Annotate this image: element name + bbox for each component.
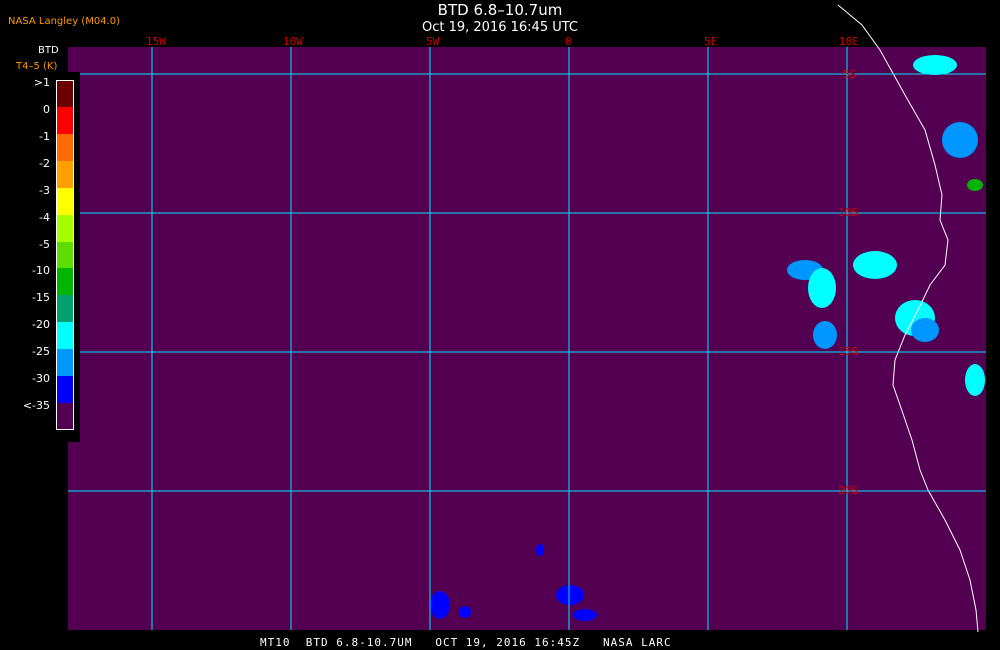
lon-label-0: 0 bbox=[565, 35, 572, 48]
lon-label-10w: 10W bbox=[283, 35, 303, 48]
lat-label-20s: 20S bbox=[838, 484, 858, 497]
legend-swatch bbox=[57, 349, 74, 377]
legend-swatch bbox=[57, 403, 74, 431]
legend-units: T4–5 (K) bbox=[16, 61, 58, 72]
legend-label: -1 bbox=[39, 129, 50, 143]
legend-swatch bbox=[57, 187, 74, 215]
legend-label: -3 bbox=[39, 183, 50, 197]
legend-swatch bbox=[57, 106, 74, 134]
lon-label-5w: 5W bbox=[426, 35, 440, 48]
legend-swatch bbox=[57, 295, 74, 323]
legend-swatch bbox=[57, 241, 74, 269]
lon-label-5e: 5E bbox=[704, 35, 717, 48]
product-title: BTD 6.8–10.7um bbox=[437, 1, 563, 19]
legend-swatch bbox=[57, 80, 74, 107]
legend-label: >1 bbox=[33, 76, 50, 89]
lat-label-15s: 15S bbox=[838, 345, 858, 358]
source-label: NASA Langley (M04.0) bbox=[8, 16, 120, 27]
legend-label: <-35 bbox=[22, 399, 50, 413]
footer-caption: MT10 BTD 6.8-10.7UM OCT 19, 2016 16:45Z … bbox=[260, 636, 672, 649]
legend-swatch bbox=[57, 376, 74, 404]
legend-label: -2 bbox=[39, 156, 50, 170]
legend-swatch bbox=[57, 133, 74, 161]
legend-label: 0 bbox=[43, 102, 50, 116]
legend-label: -4 bbox=[39, 210, 50, 224]
legend-title: BTD bbox=[38, 45, 59, 56]
lat-label-10s: 10S bbox=[838, 206, 858, 219]
product-date: Oct 19, 2016 16:45 UTC bbox=[422, 20, 578, 35]
legend-label: -25 bbox=[32, 345, 50, 359]
grid-lines bbox=[68, 47, 986, 630]
legend-label: -10 bbox=[32, 264, 50, 278]
legend-swatch bbox=[57, 268, 74, 296]
legend-swatch bbox=[57, 322, 74, 350]
lat-label-5s: 5S bbox=[843, 68, 856, 81]
lon-label-10e: 10E bbox=[839, 35, 859, 48]
legend-label: -5 bbox=[39, 237, 50, 251]
legend-swatch bbox=[57, 214, 74, 242]
map-overlay: 15W 10W 5W 0 5E 10E 5S 10S 15S 20S bbox=[68, 4, 986, 633]
lon-label-15w: 15W bbox=[146, 35, 166, 48]
legend-label: -15 bbox=[32, 291, 50, 305]
legend-label: -20 bbox=[32, 318, 50, 332]
legend-swatch bbox=[57, 160, 74, 188]
legend-label: -30 bbox=[32, 372, 50, 386]
